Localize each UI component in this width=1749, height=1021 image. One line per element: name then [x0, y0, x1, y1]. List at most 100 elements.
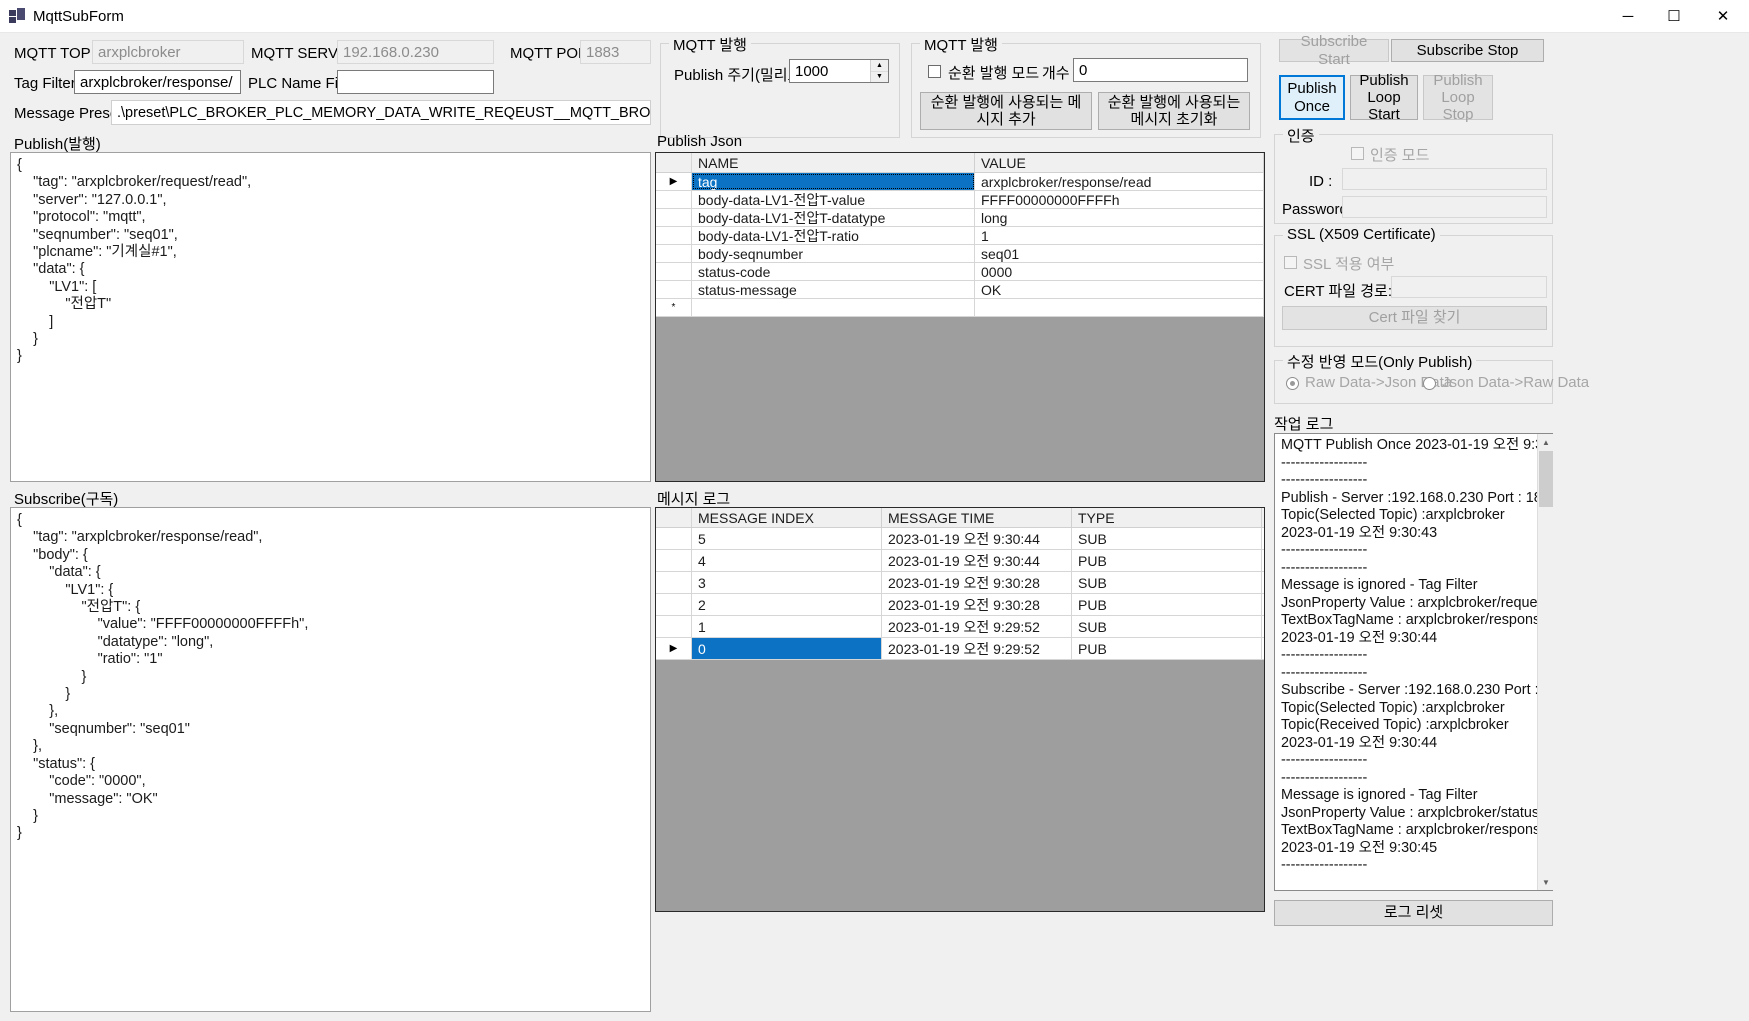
column-header[interactable]: NAME — [692, 153, 975, 172]
cell-type[interactable]: SUB — [1072, 572, 1262, 593]
radio-raw-to-json[interactable] — [1286, 377, 1299, 390]
cell-name[interactable]: status-code — [692, 263, 975, 280]
row-marker-icon: ▶ — [656, 638, 692, 659]
table-row[interactable]: 5 2023-01-19 오전 9:30:44 SUB — [656, 528, 1264, 550]
cert-browse-button[interactable]: Cert 파일 찾기 — [1282, 306, 1547, 330]
subscribe-stop-button[interactable]: Subscribe Stop — [1391, 39, 1544, 62]
tag-filter-input[interactable] — [74, 70, 241, 94]
log-reset-button[interactable]: 로그 리셋 — [1274, 900, 1553, 926]
table-row[interactable]: body-data-LV1-전압T-value FFFF00000000FFFFh — [656, 191, 1264, 209]
table-row[interactable]: status-code 0000 — [656, 263, 1264, 281]
cell-value[interactable]: 0000 — [975, 263, 1264, 280]
table-row[interactable]: body-seqnumber seq01 — [656, 245, 1264, 263]
maximize-button[interactable]: ☐ — [1651, 0, 1697, 32]
cell-name[interactable]: body-data-LV1-전압T-ratio — [692, 227, 975, 244]
subscribe-start-button[interactable]: Subscribe Start — [1279, 33, 1389, 68]
publish-loop-start-button[interactable]: Publish Loop Start — [1350, 72, 1418, 123]
publish-once-button[interactable]: Publish Once — [1279, 75, 1345, 120]
auth-password-input[interactable] — [1342, 196, 1547, 218]
mqtt-port-input[interactable] — [580, 40, 651, 64]
spinner-arrows[interactable]: ▲ ▼ — [870, 60, 888, 82]
cell-time[interactable]: 2023-01-19 오전 9:30:44 — [882, 550, 1072, 571]
cell-index[interactable]: 3 — [692, 572, 882, 593]
spinner-down-icon[interactable]: ▼ — [871, 71, 888, 82]
column-header[interactable]: MESSAGE TIME — [882, 508, 1072, 527]
table-row[interactable]: 1 2023-01-19 오전 9:29:52 SUB — [656, 616, 1264, 638]
table-row[interactable]: 3 2023-01-19 오전 9:30:28 SUB — [656, 572, 1264, 594]
cert-path-input[interactable] — [1391, 276, 1547, 298]
cell-value[interactable]: FFFF00000000FFFFh — [975, 191, 1264, 208]
cyclic-mode-checkbox[interactable] — [928, 65, 941, 78]
column-header[interactable]: VALUE — [975, 153, 1264, 172]
cell-value[interactable]: 1 — [975, 227, 1264, 244]
cell-type[interactable]: PUB — [1072, 550, 1262, 571]
mqtt-server-input[interactable] — [337, 40, 494, 64]
table-row[interactable]: ▶ 0 2023-01-19 오전 9:29:52 PUB — [656, 638, 1264, 660]
cell-type[interactable]: PUB — [1072, 638, 1262, 659]
mqtt-topic-input[interactable] — [92, 40, 244, 64]
cell-value[interactable]: OK — [975, 281, 1264, 298]
scroll-up-icon[interactable]: ▲ — [1538, 434, 1554, 450]
plc-name-filter-input[interactable] — [337, 70, 494, 94]
table-row[interactable]: * — [656, 299, 1264, 317]
message-log-grid-body: 5 2023-01-19 오전 9:30:44 SUB 4 2023-01-19 오전 … — [656, 528, 1264, 660]
close-button[interactable]: ✕ — [1697, 0, 1749, 32]
auth-id-input[interactable] — [1342, 168, 1547, 190]
edit-mode-group: 수정 반영 모드(Only Publish) Raw Data->Json Da… — [1274, 351, 1589, 404]
publish-interval-spinner[interactable]: 1000 ▲ ▼ — [789, 59, 889, 83]
worklog-scroll-thumb[interactable] — [1539, 451, 1553, 507]
cell-name[interactable]: body-data-LV1-전압T-datatype — [692, 209, 975, 226]
cell-index[interactable]: 1 — [692, 616, 882, 637]
cell-value[interactable]: arxplcbroker/response/read — [975, 173, 1264, 190]
cell-type[interactable]: PUB — [1072, 594, 1262, 615]
table-row[interactable]: 2 2023-01-19 오전 9:30:28 PUB — [656, 594, 1264, 616]
cell-name[interactable]: body-seqnumber — [692, 245, 975, 262]
auth-id-label: ID : — [1309, 173, 1333, 190]
cyclic-publish-group-title: MQTT 발행 — [920, 34, 1002, 55]
cell-type[interactable]: SUB — [1072, 616, 1262, 637]
cell-index[interactable]: 4 — [692, 550, 882, 571]
minimize-button[interactable]: ─ — [1605, 0, 1651, 32]
publish-loop-stop-button[interactable]: Publish Loop Stop — [1423, 72, 1493, 123]
cell-time[interactable]: 2023-01-19 오전 9:30:44 — [882, 528, 1072, 549]
worklog-line: ------------------ — [1281, 472, 1368, 488]
table-row[interactable]: 4 2023-01-19 오전 9:30:44 PUB — [656, 550, 1264, 572]
table-row[interactable]: ▶ tag arxplcbroker/response/read — [656, 173, 1264, 191]
publish-editor-textbox[interactable]: { "tag": "arxplcbroker/request/read", "s… — [10, 152, 651, 482]
cell-value[interactable] — [975, 299, 1264, 316]
cell-value[interactable]: long — [975, 209, 1264, 226]
cell-time[interactable]: 2023-01-19 오전 9:30:28 — [882, 572, 1072, 593]
subscribe-editor-textbox[interactable]: { "tag": "arxplcbroker/response/read", "… — [10, 507, 651, 1012]
cell-time[interactable]: 2023-01-19 오전 9:29:52 — [882, 638, 1072, 659]
cell-time[interactable]: 2023-01-19 오전 9:29:52 — [882, 616, 1072, 637]
table-row[interactable]: body-data-LV1-전압T-ratio 1 — [656, 227, 1264, 245]
publish-json-grid[interactable]: NAME VALUE ▶ tag arxplcbroker/response/read… — [655, 152, 1265, 482]
ssl-enable-checkbox[interactable] — [1284, 256, 1297, 269]
cell-index[interactable]: 2 — [692, 594, 882, 615]
auth-mode-checkbox[interactable] — [1351, 147, 1364, 160]
message-preset-combo[interactable]: .\preset\PLC_BROKER_PLC_MEMORY_DATA_WRIT… — [111, 100, 651, 125]
message-log-grid[interactable]: MESSAGE INDEX MESSAGE TIME TYPE 5 2023-01-1… — [655, 507, 1265, 912]
worklog-textbox[interactable]: MQTT Publish Once 2023-01-19 오전 9:30:43-… — [1274, 433, 1553, 891]
cell-index[interactable]: 5 — [692, 528, 882, 549]
cell-time[interactable]: 2023-01-19 오전 9:30:28 — [882, 594, 1072, 615]
row-marker-icon: ▶ — [656, 173, 692, 190]
cell-index[interactable]: 0 — [692, 638, 882, 659]
cell-value[interactable]: seq01 — [975, 245, 1264, 262]
worklog-scrollbar[interactable]: ▲ ▼ — [1537, 434, 1554, 890]
cell-name[interactable] — [692, 299, 975, 316]
cell-name[interactable]: tag — [692, 173, 975, 190]
spinner-up-icon[interactable]: ▲ — [871, 60, 888, 72]
radio-json-to-raw[interactable] — [1423, 377, 1436, 390]
cell-type[interactable]: SUB — [1072, 528, 1262, 549]
cyclic-count-input[interactable] — [1073, 58, 1248, 82]
cell-name[interactable]: body-data-LV1-전압T-value — [692, 191, 975, 208]
column-header[interactable]: TYPE — [1072, 508, 1262, 527]
table-row[interactable]: status-message OK — [656, 281, 1264, 299]
table-row[interactable]: body-data-LV1-전압T-datatype long — [656, 209, 1264, 227]
cell-name[interactable]: status-message — [692, 281, 975, 298]
column-header[interactable]: MESSAGE INDEX — [692, 508, 882, 527]
clear-cyclic-message-button[interactable]: 순환 발행에 사용되는 메시지 초기화 — [1098, 92, 1250, 130]
add-cyclic-message-button[interactable]: 순환 발행에 사용되는 메시지 추가 — [920, 92, 1092, 130]
scroll-down-icon[interactable]: ▼ — [1538, 874, 1554, 890]
